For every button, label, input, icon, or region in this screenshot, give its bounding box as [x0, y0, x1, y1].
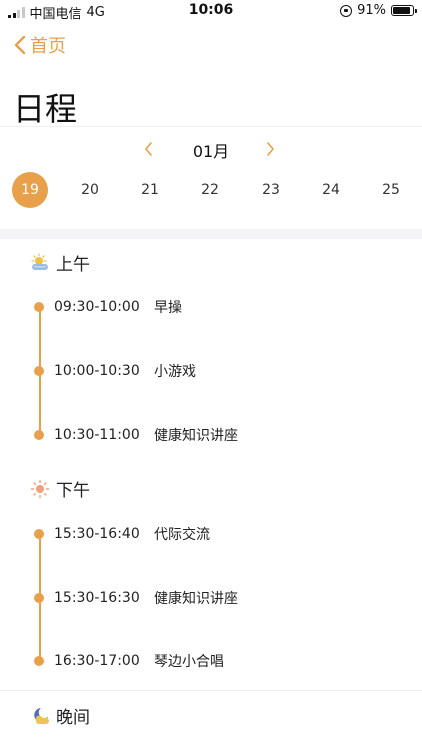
moon-cloud-icon [34, 707, 49, 724]
month-selector: 01月 [0, 138, 422, 162]
section-morning-header: 上午 [30, 250, 90, 275]
battery-percent: 91% [357, 3, 386, 18]
section-afternoon-header: 下午 [30, 476, 90, 501]
event-time: 10:30-11:00 [54, 427, 140, 443]
partly-cloudy-sun-icon [31, 252, 48, 270]
chevron-left-icon [14, 35, 26, 55]
event-name: 代际交流 [154, 527, 210, 543]
event-time: 15:30-16:40 [54, 526, 140, 542]
event-name: 早操 [154, 300, 182, 316]
schedule-item[interactable]: 16:30-17:00 琴边小合唱 [34, 651, 224, 671]
day-cell[interactable]: 22 [192, 172, 228, 208]
day-cell[interactable]: 24 [313, 172, 349, 208]
event-name: 琴边小合唱 [154, 654, 224, 670]
timeline-dot [34, 656, 44, 666]
timeline-dot [34, 302, 44, 312]
status-bar: 中国电信 4G 10:06 91% [0, 0, 422, 22]
section-gap [0, 229, 422, 239]
schedule-item[interactable]: 15:30-16:40 代际交流 [34, 524, 210, 544]
schedule-item[interactable]: 09:30-10:00 早操 [34, 297, 182, 317]
event-time: 15:30-16:30 [54, 590, 140, 606]
event-name: 健康知识讲座 [154, 428, 238, 444]
orientation-lock-icon [340, 4, 353, 17]
event-time: 10:00-10:30 [54, 363, 140, 379]
schedule-item[interactable]: 10:30-11:00 健康知识讲座 [34, 425, 238, 445]
battery-fill [393, 7, 411, 14]
day-cell[interactable]: 25 [373, 172, 409, 208]
schedule-item[interactable]: 15:30-16:30 健康知识讲座 [34, 588, 238, 608]
event-time: 09:30-10:00 [54, 299, 140, 315]
divider [0, 126, 422, 127]
event-name: 健康知识讲座 [154, 591, 238, 607]
event-name: 小游戏 [154, 364, 196, 380]
sun-icon [30, 479, 50, 498]
day-cell[interactable]: 20 [72, 172, 108, 208]
section-title: 上午 [56, 255, 90, 275]
schedule-item[interactable]: 10:00-10:30 小游戏 [34, 361, 196, 381]
section-title: 下午 [56, 481, 90, 501]
back-button[interactable]: 首页 [14, 32, 66, 58]
timeline-dot [34, 430, 44, 440]
page-title: 日程 [13, 90, 78, 128]
section-title: 晚间 [56, 708, 90, 728]
back-label: 首页 [30, 36, 66, 57]
divider [0, 690, 422, 691]
day-cell-selected[interactable]: 19 [12, 172, 48, 208]
timeline-dot [34, 593, 44, 603]
status-right: 91% [340, 3, 417, 18]
day-cell[interactable]: 23 [253, 172, 289, 208]
chevron-right-icon[interactable] [264, 140, 276, 158]
month-label: 01月 [192, 142, 230, 161]
battery-icon [391, 5, 417, 16]
event-time: 16:30-17:00 [54, 653, 140, 669]
timeline-dot [34, 366, 44, 376]
section-evening-header: 晚间 [30, 703, 90, 728]
day-cell[interactable]: 21 [132, 172, 168, 208]
timeline-dot [34, 529, 44, 539]
